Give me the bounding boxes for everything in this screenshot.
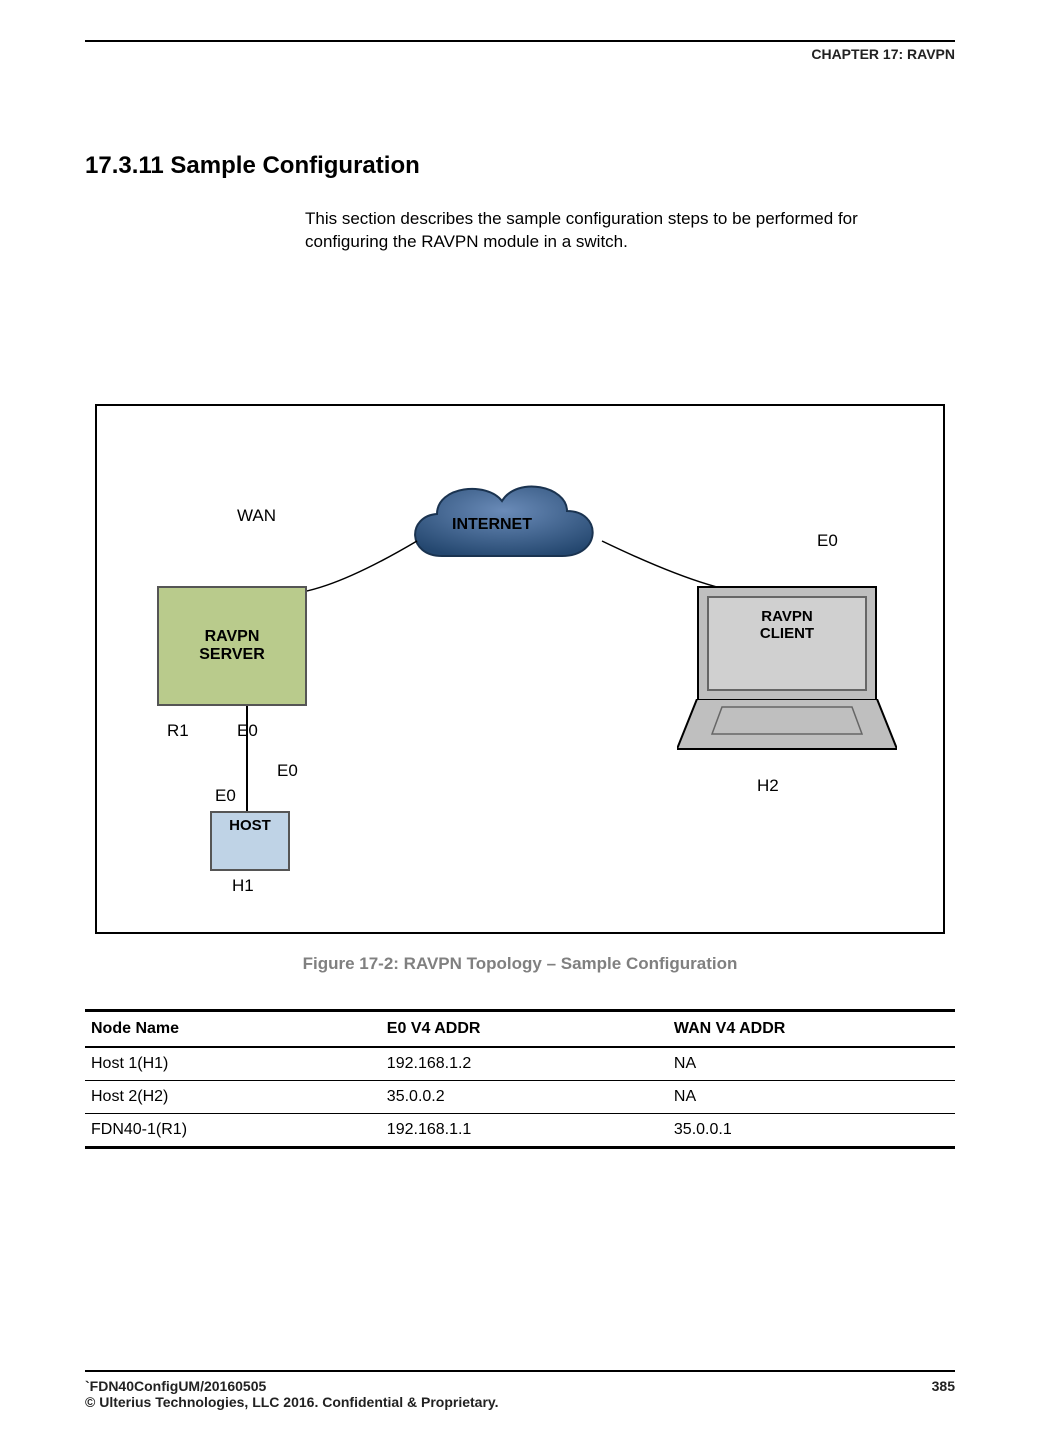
th-e0-addr: E0 V4 ADDR xyxy=(381,1010,668,1047)
header-rule xyxy=(85,40,955,42)
ravpn-client-label: RAVPN CLIENT xyxy=(707,596,867,691)
cell-wan: 35.0.0.1 xyxy=(668,1113,955,1147)
chapter-header: CHAPTER 17: RAVPN xyxy=(85,46,955,62)
table-row: Host 2(H2) 35.0.0.2 NA xyxy=(85,1080,955,1113)
cell-wan: NA xyxy=(668,1080,955,1113)
h2-label: H2 xyxy=(757,776,779,796)
cell-node: FDN40-1(R1) xyxy=(85,1113,381,1147)
cell-wan: NA xyxy=(668,1047,955,1081)
ravpn-server-node: RAVPN SERVER xyxy=(157,586,307,706)
cell-e0: 192.168.1.2 xyxy=(381,1047,668,1081)
e0-mid-label: E0 xyxy=(277,761,298,781)
table-row: Host 1(H1) 192.168.1.2 NA xyxy=(85,1047,955,1081)
table-row: FDN40-1(R1) 192.168.1.1 35.0.0.1 xyxy=(85,1113,955,1147)
topology-diagram: INTERNET RAVPN SERVER HOST RAVPN CLIENT … xyxy=(95,404,945,934)
cell-node: Host 2(H2) xyxy=(85,1080,381,1113)
laptop-base-icon xyxy=(677,699,897,754)
page-number: 385 xyxy=(932,1378,955,1394)
th-node-name: Node Name xyxy=(85,1010,381,1047)
r1-label: R1 xyxy=(167,721,189,741)
section-body: This section describes the sample config… xyxy=(305,208,945,254)
figure-caption: Figure 17-2: RAVPN Topology – Sample Con… xyxy=(85,954,955,974)
doc-id: `FDN40ConfigUM/20160505 xyxy=(85,1378,266,1394)
e0-right-label: E0 xyxy=(817,531,838,551)
ravpn-client-node: RAVPN CLIENT xyxy=(677,586,897,766)
h1-label: H1 xyxy=(232,876,254,896)
cell-node: Host 1(H1) xyxy=(85,1047,381,1081)
page-footer: `FDN40ConfigUM/20160505 385 © Ulterius T… xyxy=(85,1370,955,1410)
e0-host-label: E0 xyxy=(215,786,236,806)
wan-label: WAN xyxy=(237,506,276,526)
section-heading: 17.3.11 Sample Configuration xyxy=(85,152,955,180)
cell-e0: 192.168.1.1 xyxy=(381,1113,668,1147)
th-wan-addr: WAN V4 ADDR xyxy=(668,1010,955,1047)
cell-e0: 35.0.0.2 xyxy=(381,1080,668,1113)
address-table: Node Name E0 V4 ADDR WAN V4 ADDR Host 1(… xyxy=(85,1009,955,1149)
host-node: HOST xyxy=(210,811,290,871)
copyright: © Ulterius Technologies, LLC 2016. Confi… xyxy=(85,1394,955,1410)
e0-below-server-label: E0 xyxy=(237,721,258,741)
laptop-screen-icon: RAVPN CLIENT xyxy=(697,586,877,701)
